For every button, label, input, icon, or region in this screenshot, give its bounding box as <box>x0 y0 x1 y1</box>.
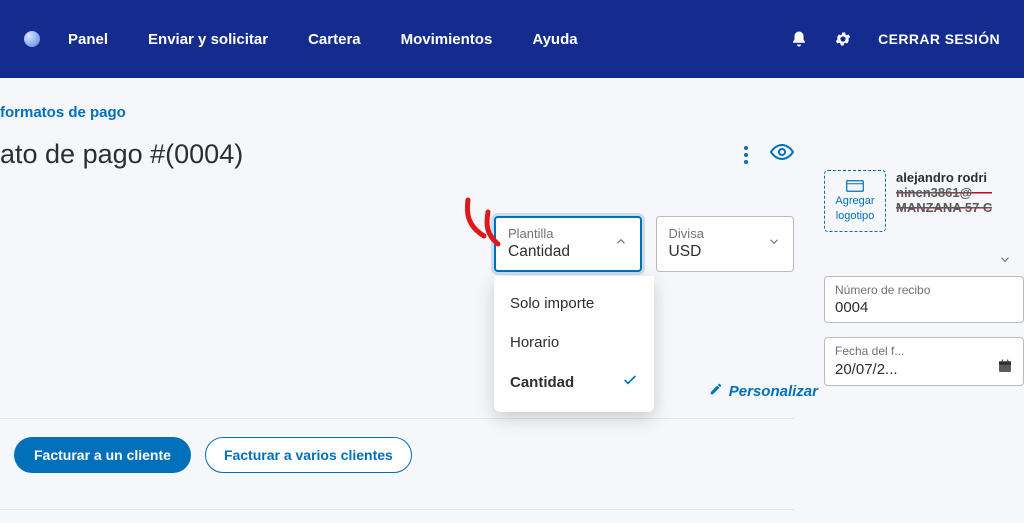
selector-container: Plantilla Cantidad Divisa USD Solo impor… <box>0 216 794 400</box>
invoice-date-label: Fecha del f... <box>835 344 1013 358</box>
selector-row: Plantilla Cantidad Divisa USD <box>494 216 794 272</box>
template-option-amount-only[interactable]: Solo importe <box>494 284 654 323</box>
kebab-icon[interactable] <box>744 146 748 164</box>
recipient-input-row[interactable]: de correo electrónico o nombre <box>0 510 794 523</box>
template-value: Cantidad <box>508 243 602 261</box>
logout-link[interactable]: CERRAR SESIÓN <box>878 31 1000 47</box>
receipt-number-value: 0004 <box>835 299 1013 316</box>
personalize-label: Personalizar <box>729 383 818 400</box>
currency-select[interactable]: Divisa USD <box>656 216 794 272</box>
personalize-link[interactable]: Personalizar <box>709 382 818 400</box>
template-option-hourly[interactable]: Horario <box>494 323 654 362</box>
template-option-quantity-label: Cantidad <box>510 373 574 392</box>
currency-value: USD <box>669 243 755 261</box>
add-logo-line1: Agregar <box>835 195 874 207</box>
template-select[interactable]: Plantilla Cantidad <box>494 216 642 272</box>
pencil-icon <box>709 382 723 400</box>
seller-address-redacted: MANZANA 57 C <box>896 200 992 215</box>
top-nav: Panel Enviar y solicitar Cartera Movimie… <box>0 0 1024 78</box>
template-dropdown: Solo importe Horario Cantidad <box>494 276 654 412</box>
invoice-many-button[interactable]: Facturar a varios clientes <box>205 437 412 473</box>
eye-icon[interactable] <box>770 140 794 169</box>
template-label: Plantilla <box>508 227 602 242</box>
title-row: ato de pago #(0004) <box>0 139 794 170</box>
side-column: Agregar logotipo alejandro rodri ninen38… <box>824 170 1024 523</box>
invoice-one-button[interactable]: Facturar a un cliente <box>14 437 191 473</box>
breadcrumb[interactable]: formatos de pago <box>0 104 794 121</box>
bell-icon[interactable] <box>790 30 808 48</box>
seller-info: alejandro rodri ninen3861@ MANZANA 57 C <box>896 170 992 215</box>
gear-icon[interactable] <box>834 30 852 48</box>
nav-right: CERRAR SESIÓN <box>790 30 1000 48</box>
add-logo-line2: logotipo <box>836 210 875 222</box>
calendar-icon[interactable] <box>997 358 1013 379</box>
seller-header: Agregar logotipo alejandro rodri ninen38… <box>824 170 1024 232</box>
seller-name: alejandro rodri <box>896 170 992 185</box>
logo-placeholder-icon <box>846 180 864 192</box>
nav-links: Panel Enviar y solicitar Cartera Movimie… <box>68 31 578 48</box>
main-column: formatos de pago ato de pago #(0004) Pla… <box>0 104 794 523</box>
nav-send[interactable]: Enviar y solicitar <box>148 31 268 48</box>
receipt-number-label: Número de recibo <box>835 283 1013 297</box>
brand-logo-icon[interactable] <box>24 31 40 47</box>
chevron-up-icon <box>614 235 628 254</box>
nav-help[interactable]: Ayuda <box>532 31 577 48</box>
chevron-down-icon <box>767 235 781 254</box>
currency-label: Divisa <box>669 227 755 242</box>
nav-activity[interactable]: Movimientos <box>401 31 493 48</box>
page: formatos de pago ato de pago #(0004) Pla… <box>0 78 1024 523</box>
page-title: ato de pago #(0004) <box>0 139 243 170</box>
add-logo-button[interactable]: Agregar logotipo <box>824 170 886 232</box>
check-icon <box>622 372 638 393</box>
invoice-buttons: Facturar a un cliente Facturar a varios … <box>0 419 794 491</box>
nav-wallet[interactable]: Cartera <box>308 31 361 48</box>
invoice-date-field[interactable]: Fecha del f... 20/07/2... <box>824 337 1024 386</box>
title-actions <box>744 140 794 169</box>
template-option-quantity[interactable]: Cantidad <box>494 362 654 403</box>
seller-email-redacted: ninen3861@ <box>896 185 992 200</box>
invoice-date-value: 20/07/2... <box>835 361 898 378</box>
receipt-number-field[interactable]: Número de recibo 0004 <box>824 276 1024 323</box>
nav-panel[interactable]: Panel <box>68 31 108 48</box>
